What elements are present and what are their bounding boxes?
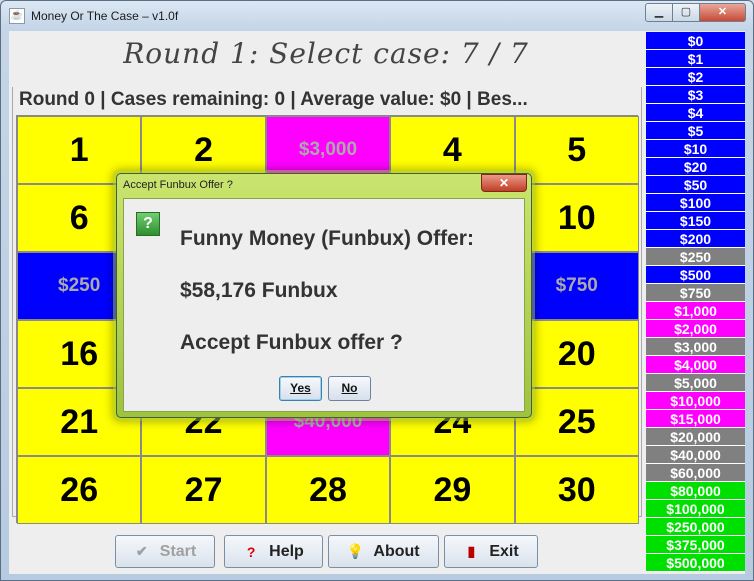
start-button[interactable]: ✔ Start [115,535,215,568]
money-value: $2 [646,68,745,86]
minimize-button[interactable]: ▁ [645,3,673,22]
money-value: $500,000 [646,554,745,572]
money-value: $4 [646,104,745,122]
money-value: $5,000 [646,374,745,392]
money-value: $50 [646,176,745,194]
money-value: $80,000 [646,482,745,500]
help-icon: ? [246,543,256,560]
money-value: $500 [646,266,745,284]
case-cell[interactable]: 27 [141,456,266,524]
offer-heading: Funny Money (Funbux) Offer: [180,227,474,250]
money-value: $1 [646,50,745,68]
money-value: $0 [646,32,745,50]
money-value: $15,000 [646,410,745,428]
money-value: $20 [646,158,745,176]
exit-door-icon: ▮ [467,543,476,559]
money-value: $250 [646,248,745,266]
start-button-label: Start [159,542,197,560]
dialog-body: ? Funny Money (Funbux) Offer: $58,176 Fu… [123,198,525,412]
case-cell[interactable]: 29 [390,456,515,524]
main-window: ☕ Money Or The Case – v1.0f ▁ ▢ ✕ Round … [0,0,754,581]
money-value: $5 [646,122,745,140]
exit-button[interactable]: ▮ Exit [444,535,538,568]
money-value: $750 [646,284,745,302]
question-icon: ? [136,212,160,236]
money-value: $2,000 [646,320,745,338]
help-button[interactable]: ? Help [224,535,323,568]
money-value: $3 [646,86,745,104]
dialog-close-button[interactable]: ✕ [481,174,527,192]
title-bar[interactable]: ☕ Money Or The Case – v1.0f ▁ ▢ ✕ [1,1,753,31]
close-button[interactable]: ✕ [699,3,746,22]
exit-button-label: Exit [489,542,519,560]
money-value: $40,000 [646,446,745,464]
money-ladder: $0 $1 $2 $3 $4 $5 $10 $20 $50 $100 $150 $200 $250 $50… [646,32,745,572]
money-value: $20,000 [646,428,745,446]
money-value: $100 [646,194,745,212]
about-button-label: About [373,542,420,560]
lightbulb-icon: 💡 [346,543,365,559]
checkmark-icon: ✔ [135,543,148,559]
java-app-icon: ☕ [9,8,25,24]
round-title: Round 1: Select case: 7 / 7 [123,37,529,70]
case-cell[interactable]: 30 [514,456,639,524]
offer-question: Accept Funbux offer ? [180,331,403,354]
about-button[interactable]: 💡 About [328,535,439,568]
money-value: $10,000 [646,392,745,410]
offer-dialog: Accept Funbux Offer ? ✕ ? Funny Money (F… [116,173,532,418]
money-value: $250,000 [646,518,745,536]
money-value: $100,000 [646,500,745,518]
help-button-label: Help [269,542,304,560]
maximize-button[interactable]: ▢ [672,3,700,22]
case-cell[interactable]: 26 [17,456,142,524]
money-value: $200 [646,230,745,248]
money-value: $1,000 [646,302,745,320]
window-title: Money Or The Case – v1.0f [31,9,179,23]
case-cell[interactable]: 28 [265,456,391,524]
money-value: $3,000 [646,338,745,356]
no-button[interactable]: No [328,376,371,401]
money-value: $150 [646,212,745,230]
offer-amount: $58,176 Funbux [180,279,338,302]
status-line: Round 0 | Cases remaining: 0 | Average v… [17,89,637,111]
money-value: $375,000 [646,536,745,554]
yes-button[interactable]: Yes [279,376,322,401]
money-value: $4,000 [646,356,745,374]
dialog-title: Accept Funbux Offer ? [123,179,233,191]
money-value: $10 [646,140,745,158]
money-value: $60,000 [646,464,745,482]
